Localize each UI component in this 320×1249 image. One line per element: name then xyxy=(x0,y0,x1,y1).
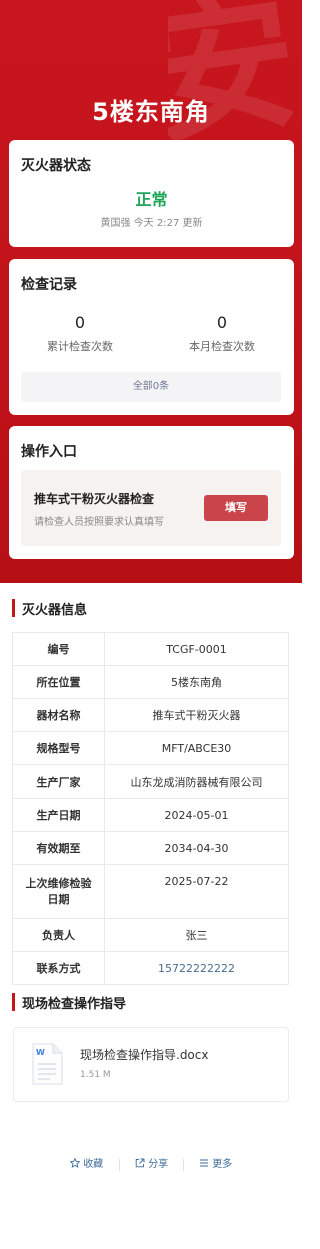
svg-text:W: W xyxy=(36,1048,45,1057)
table-row: 规格型号 MFT/ABCE30 xyxy=(12,731,289,765)
info-value: 推车式干粉灭火器 xyxy=(104,698,289,732)
table-row: 器材名称 推车式干粉灭火器 xyxy=(12,698,289,732)
info-key: 联系方式 xyxy=(12,951,105,985)
total-label: 累计检查次数 xyxy=(47,340,113,353)
info-value: TCGF-0001 xyxy=(104,632,289,666)
table-row: 负责人 张三 xyxy=(12,918,289,952)
svg-text:安: 安 xyxy=(168,0,302,150)
info-key: 规格型号 xyxy=(12,731,105,765)
table-row: 生产日期 2024-05-01 xyxy=(12,798,289,832)
favorite-button[interactable]: 收藏 xyxy=(69,1156,104,1174)
records-card-title: 检查记录 xyxy=(21,277,77,293)
records-card: 检查记录 0 累计检查次数 0 本月检查次数 全部0条 xyxy=(9,259,294,415)
menu-icon xyxy=(200,1159,208,1167)
attachment-file[interactable]: W 现场检查操作指导.docx 1.51 M xyxy=(13,1027,289,1102)
status-card-title: 灭火器状态 xyxy=(21,158,91,174)
status-card: 灭火器状态 正常 黄国强 今天 2:27 更新 xyxy=(9,140,294,247)
phone-link[interactable]: 15722222222 xyxy=(104,951,289,985)
table-row: 有效期至 2034-04-30 xyxy=(12,831,289,865)
footer-divider xyxy=(183,1159,184,1171)
info-key: 所在位置 xyxy=(12,665,105,699)
table-row: 上次维修检验日期 2025-07-22 xyxy=(12,864,289,919)
status-meta: 黄国强 今天 2:27 更新 xyxy=(9,214,294,229)
info-key: 编号 xyxy=(12,632,105,666)
info-table: 编号 TCGF-0001 所在位置 5楼东南角 器材名称 推车式干粉灭火器 规格… xyxy=(12,632,289,985)
table-row: 联系方式 15722222222 xyxy=(12,951,289,985)
fill-button[interactable]: 填写 xyxy=(204,495,268,521)
favorite-label: 收藏 xyxy=(83,1159,104,1170)
updated-by: 黄国强 xyxy=(100,218,131,229)
info-key: 上次维修检验日期 xyxy=(12,864,105,919)
info-key: 有效期至 xyxy=(12,831,105,865)
file-size: 1.51 M xyxy=(80,1070,111,1080)
operation-card-title: 操作入口 xyxy=(21,444,77,460)
info-value: 山东龙成消防器械有限公司 xyxy=(104,764,289,799)
info-value: 张三 xyxy=(104,918,289,952)
info-key: 负责人 xyxy=(12,918,105,952)
info-section-header: 灭火器信息 xyxy=(12,597,292,619)
star-icon xyxy=(69,1157,81,1168)
table-row: 生产厂家 山东龙成消防器械有限公司 xyxy=(12,764,289,799)
more-label: 更多 xyxy=(212,1159,233,1170)
section-accent-bar xyxy=(12,599,15,617)
info-value: 5楼东南角 xyxy=(104,665,289,699)
month-stat: 0 本月检查次数 xyxy=(151,313,293,354)
info-value: 2034-04-30 xyxy=(104,831,289,865)
inspection-name: 推车式干粉灭火器检查 xyxy=(34,492,155,506)
footer-actions: 收藏 分享 更多 xyxy=(0,1156,302,1174)
inspection-desc: 请检查人员按照要求认真填写 xyxy=(34,517,164,528)
share-icon xyxy=(135,1158,145,1168)
month-count: 0 xyxy=(216,313,228,332)
info-key: 器材名称 xyxy=(12,698,105,732)
month-label: 本月检查次数 xyxy=(189,340,255,353)
info-key: 生产日期 xyxy=(12,798,105,832)
total-count: 0 xyxy=(74,313,86,332)
info-value: MFT/ABCE30 xyxy=(104,731,289,765)
info-value: 2025-07-22 xyxy=(104,864,289,919)
share-label: 分享 xyxy=(148,1159,169,1170)
operation-card: 操作入口 推车式干粉灭火器检查 请检查人员按照要求认真填写 填写 xyxy=(9,426,294,559)
info-value: 2024-05-01 xyxy=(104,798,289,832)
updated-time: 今天 2:27 xyxy=(133,218,180,229)
all-records-button[interactable]: 全部0条 xyxy=(21,372,281,402)
info-section-title: 灭火器信息 xyxy=(22,603,88,618)
more-button[interactable]: 更多 xyxy=(199,1156,232,1174)
share-button[interactable]: 分享 xyxy=(135,1156,168,1174)
table-row: 编号 TCGF-0001 xyxy=(12,632,289,666)
guide-section-header: 现场检查操作指导 xyxy=(12,991,292,1013)
file-name: 现场检查操作指导.docx xyxy=(80,1048,209,1062)
section-accent-bar xyxy=(12,993,15,1011)
status-badge: 正常 xyxy=(135,190,168,209)
word-document-icon: W xyxy=(32,1043,63,1085)
info-key: 生产厂家 xyxy=(12,764,105,799)
table-row: 所在位置 5楼东南角 xyxy=(12,665,289,699)
guide-section-title: 现场检查操作指导 xyxy=(22,997,127,1012)
footer-divider xyxy=(119,1159,120,1171)
page-title: 5楼东南角 xyxy=(92,98,210,126)
watermark-glyph: 安 xyxy=(168,0,302,150)
total-stat: 0 累计检查次数 xyxy=(9,313,151,354)
updated-suffix: 更新 xyxy=(182,218,203,229)
inspection-entry[interactable]: 推车式干粉灭火器检查 请检查人员按照要求认真填写 填写 xyxy=(21,470,281,546)
